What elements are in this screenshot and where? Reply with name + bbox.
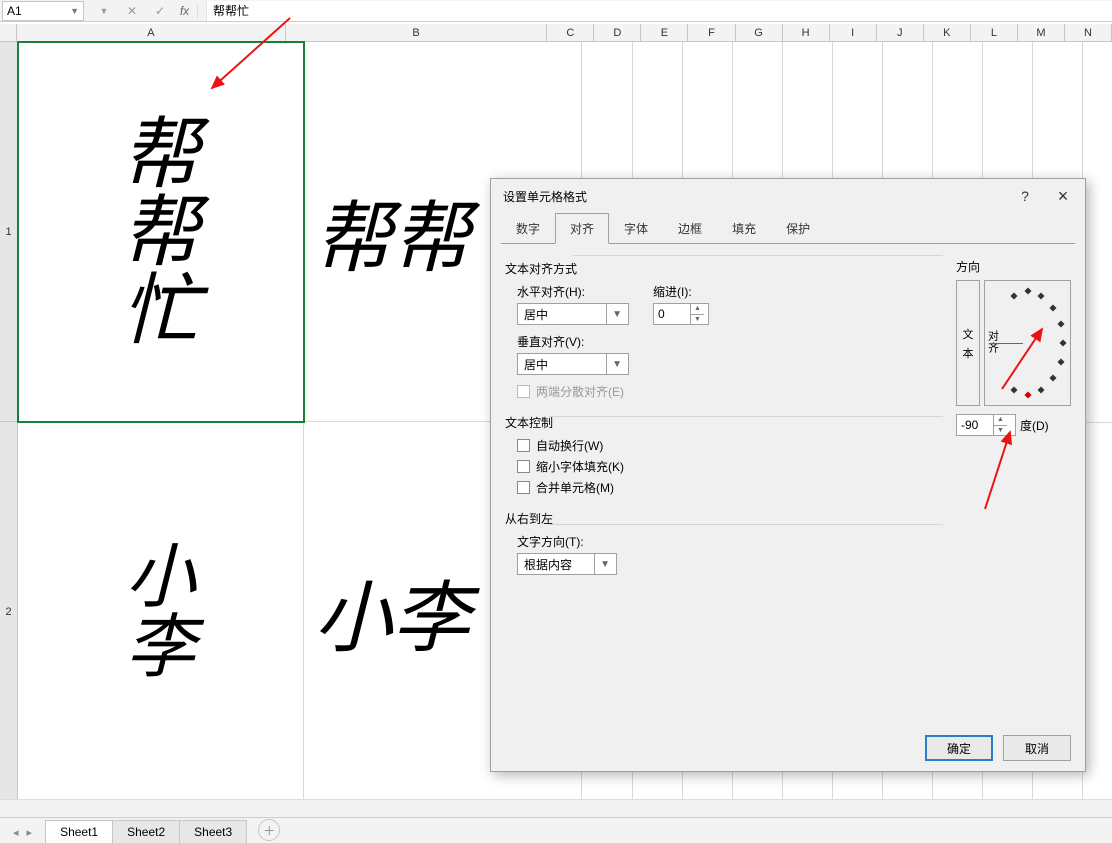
cell-content: 小李 [314,556,470,668]
chevron-down-icon[interactable]: ▼ [994,426,1007,436]
cell-A2[interactable]: 小李 [18,422,304,802]
column-headers: A B C D E F G H I J K L M N [0,24,1112,42]
merge-label: 合并单元格(M) [536,479,614,496]
cancel-button[interactable]: 取消 [1003,735,1071,761]
shrink-label: 缩小字体填充(K) [536,458,624,475]
degree-stepper[interactable]: ▲▼ [956,414,1016,436]
cell-content: 小李 [126,542,196,682]
h-align-label: 水平对齐(H): [517,283,629,300]
fx-icon[interactable]: fx [178,4,198,18]
section-alignment: 文本对齐方式 [505,260,945,277]
column-header[interactable]: B [286,24,547,42]
h-align-select[interactable]: 居中▼ [517,303,629,325]
degree-value-input[interactable] [957,418,993,432]
wrap-checkbox[interactable] [517,439,530,452]
textdir-select[interactable]: 根据内容▼ [517,553,617,575]
dialog-title-bar[interactable]: 设置单元格格式 ? × [491,179,1085,213]
chevron-up-icon[interactable]: ▲ [994,415,1007,426]
sheet-tab[interactable]: Sheet2 [112,820,180,843]
tab-border[interactable]: 边框 [663,213,717,243]
orientation-vertical-option[interactable]: 文本 [956,280,980,406]
tab-nav-arrows[interactable]: ◂▸ [0,826,45,843]
column-header[interactable]: M [1018,24,1065,42]
tab-alignment[interactable]: 对齐 [555,213,609,244]
name-box[interactable]: A1 ▼ [2,1,84,21]
name-box-value: A1 [7,4,22,18]
merge-checkbox[interactable] [517,481,530,494]
cancel-icon[interactable]: ✕ [122,4,142,18]
wrap-label: 自动换行(W) [536,437,603,454]
indent-label: 缩进(I): [653,283,709,300]
cell-A1[interactable]: 帮帮忙 [18,42,304,422]
help-icon[interactable]: ? [1015,188,1035,204]
column-header[interactable]: C [547,24,594,42]
close-icon[interactable]: × [1053,186,1073,207]
sheet-tab[interactable]: Sheet1 [45,820,113,843]
chevron-down-icon[interactable]: ▼ [94,6,114,16]
tab-fill[interactable]: 填充 [717,213,771,243]
chevron-down-icon[interactable]: ▼ [70,6,79,16]
textdir-label: 文字方向(T): [517,533,945,550]
degree-unit-label: 度(D) [1020,417,1049,434]
formula-input-value: 帮帮忙 [213,2,249,19]
indent-value-input[interactable] [654,307,690,321]
tab-protection[interactable]: 保护 [771,213,825,243]
justify-checkbox [517,385,530,398]
orientation-label: 方向 [956,258,1071,275]
chevron-down-icon: ▼ [606,304,622,324]
cell-content: 帮帮忙 [121,115,199,349]
chevron-down-icon[interactable]: ▼ [691,315,704,325]
dialog-tabs: 数字 对齐 字体 边框 填充 保护 [491,213,1085,243]
tab-number[interactable]: 数字 [501,213,555,243]
tab-font[interactable]: 字体 [609,213,663,243]
v-align-label: 垂直对齐(V): [517,333,945,350]
formula-bar: A1 ▼ ▼ ✕ ✓ fx 帮帮忙 [0,0,1112,22]
column-header[interactable]: A [17,24,286,42]
row-headers: 1 2 [0,42,18,802]
check-icon[interactable]: ✓ [150,4,170,18]
column-header[interactable]: D [594,24,641,42]
shrink-checkbox[interactable] [517,460,530,473]
indent-stepper[interactable]: ▲▼ [653,303,709,325]
ok-button[interactable]: 确定 [925,735,993,761]
row-header[interactable]: 2 [0,422,18,802]
v-align-select[interactable]: 居中▼ [517,353,629,375]
chevron-down-icon: ▼ [606,354,622,374]
column-header[interactable]: I [830,24,877,42]
orientation-dial[interactable]: 对齐 [984,280,1071,406]
column-header[interactable]: K [924,24,971,42]
column-header[interactable]: E [641,24,688,42]
column-header[interactable]: F [688,24,735,42]
column-header[interactable]: G [736,24,783,42]
column-header[interactable]: N [1065,24,1112,42]
format-cells-dialog: 设置单元格格式 ? × 数字 对齐 字体 边框 填充 保护 文本对齐方式 水平对… [490,178,1086,772]
row-header[interactable]: 1 [0,42,18,422]
horizontal-scrollbar[interactable] [0,799,1112,817]
sheet-tab[interactable]: Sheet3 [179,820,247,843]
add-sheet-button[interactable]: ＋ [258,819,280,841]
column-header[interactable]: L [971,24,1018,42]
dialog-title: 设置单元格格式 [503,188,587,205]
justify-label: 两端分散对齐(E) [536,383,624,400]
chevron-down-icon: ▼ [594,554,610,574]
chevron-up-icon[interactable]: ▲ [691,304,704,315]
select-all-corner[interactable] [0,24,17,42]
formula-input[interactable]: 帮帮忙 [206,1,1112,21]
cell-content: 帮帮 [314,176,470,288]
column-header[interactable]: H [783,24,830,42]
sheet-tabs: ◂▸ Sheet1 Sheet2 Sheet3 ＋ [0,817,1112,843]
column-header[interactable]: J [877,24,924,42]
